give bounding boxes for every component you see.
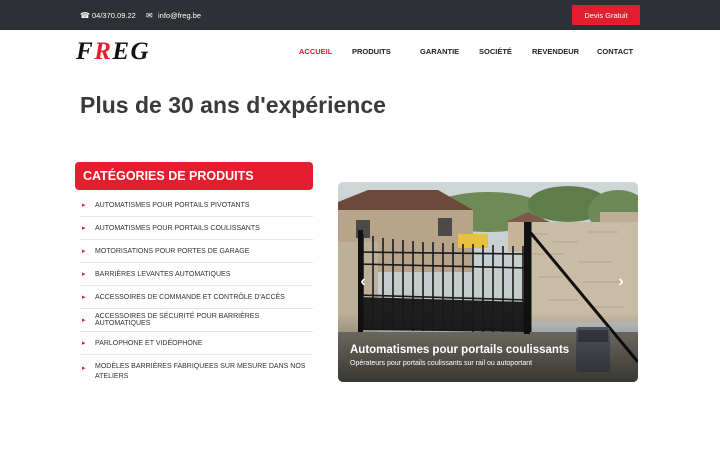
category-list: ▸ AUTOMATISMES POUR PORTAILS PIVOTANTS ▸ A… (80, 194, 313, 389)
slide-subtitle: Opérateurs pour portails coulissants sur… (350, 360, 533, 367)
devis-gratuit-button[interactable]: Devis Gratuit (572, 5, 640, 25)
category-item[interactable]: ▸ BARRIÈRES LEVANTES AUTOMATIQUES (80, 263, 313, 286)
hero-slider[interactable]: ‹ › Automatismes pour portails coulissan… (338, 182, 638, 382)
chevron-right-icon: › (618, 273, 624, 290)
chevron-left-icon: ‹ (360, 273, 366, 290)
chevron-right-icon: ▸ (82, 248, 86, 255)
category-item[interactable]: ▸ MOTORISATIONS POUR PORTES DE GARAGE (80, 240, 313, 263)
category-item[interactable]: ▸ MODÈLES BARRIÈRES FABRIQUEES SUR MESURE… (80, 355, 313, 389)
category-item[interactable]: ▸ ACCESSOIRES DE SÉCURITÉ POUR BARRIÈRES … (80, 309, 313, 332)
phone-number: 04/370.09.22 (92, 10, 136, 20)
slide-title: Automatismes pour portails coulissants (350, 344, 570, 356)
chevron-right-icon: ▸ (82, 225, 86, 232)
nav-societe[interactable]: SOCIÉTÉ (479, 47, 512, 59)
chevron-right-icon: ▸ (82, 202, 86, 209)
email-address: info@freg.be (158, 10, 202, 20)
nav-produits[interactable]: PRODUITS (352, 47, 391, 59)
nav-revendeur[interactable]: REVENDEUR (532, 47, 579, 59)
category-item[interactable]: ▸ AUTOMATISMES POUR PORTAILS COULISSANTS (80, 217, 313, 240)
category-item[interactable]: ▸ ACCESSOIRES DE COMMANDE ET CONTRÔLE D'A… (80, 286, 313, 309)
category-item[interactable]: ▸ PARLOPHONE ET VIDÉOPHONE (80, 332, 313, 355)
nav-accueil[interactable]: ACCUEIL (299, 47, 332, 59)
nav-garantie[interactable]: GARANTIE (420, 47, 459, 59)
page-headline: Plus de 30 ans d'expérience (80, 92, 386, 118)
category-item[interactable]: ▸ AUTOMATISMES POUR PORTAILS PIVOTANTS (80, 194, 313, 217)
chevron-right-icon: ▸ (82, 340, 86, 347)
nav-contact[interactable]: CONTACT (597, 47, 633, 59)
chevron-right-icon: ▸ (82, 365, 86, 372)
chevron-right-icon: ▸ (82, 271, 86, 278)
phone-contact[interactable]: ☎ 04/370.09.22 (80, 0, 136, 30)
slider-prev-arrow[interactable]: ‹ (356, 273, 370, 290)
chevron-right-icon: ▸ (82, 294, 86, 301)
email-contact[interactable]: ✉ info@freg.be (146, 0, 201, 30)
categories-title: CATÉGORIES DE PRODUITS (75, 162, 313, 190)
phone-icon: ☎ (80, 10, 90, 20)
freg-logo[interactable]: FREG (76, 38, 150, 66)
slider-next-arrow[interactable]: › (614, 273, 628, 290)
chevron-right-icon: ▸ (82, 317, 86, 324)
envelope-icon: ✉ (146, 10, 153, 20)
